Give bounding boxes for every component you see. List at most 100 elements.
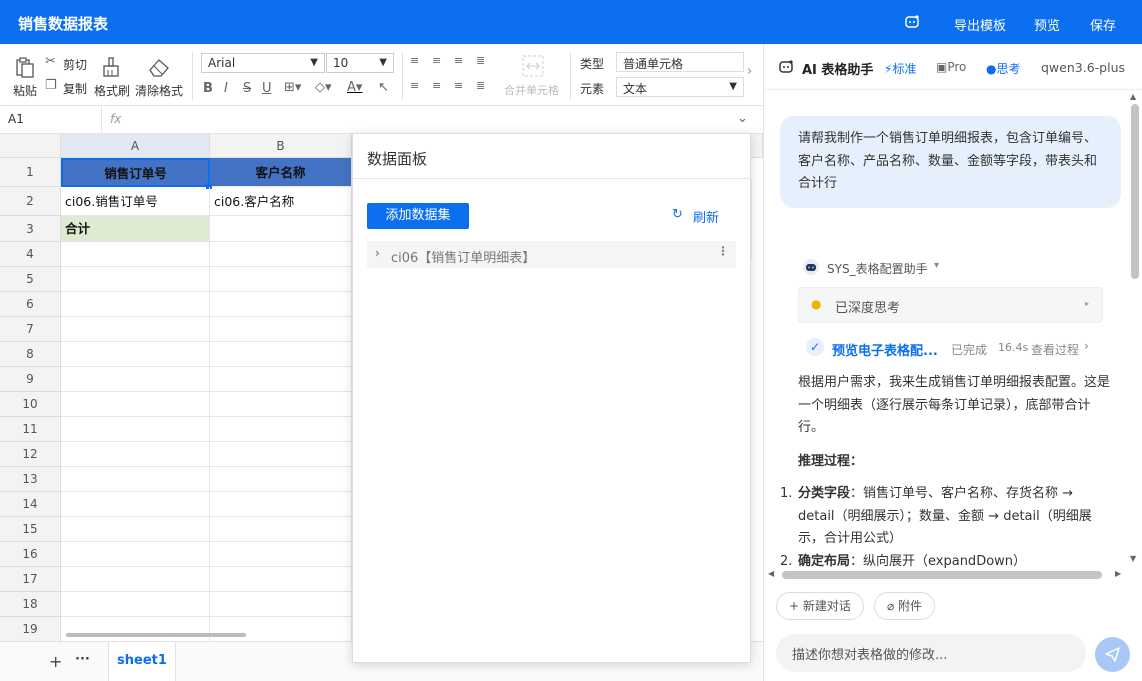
grid-cell[interactable] xyxy=(61,392,210,417)
grid-cell[interactable] xyxy=(210,292,352,317)
grid-cell[interactable] xyxy=(210,617,352,641)
merge-cells-button[interactable]: 合并单元格 xyxy=(504,82,559,98)
refresh-button[interactable]: 刷新 xyxy=(693,207,719,226)
preview-button[interactable]: 预览 xyxy=(1034,15,1060,34)
model-select[interactable]: qwen3.6-plus xyxy=(1041,60,1125,75)
scroll-up-icon[interactable]: ▲ xyxy=(1130,92,1136,101)
grid-cell[interactable] xyxy=(210,442,352,467)
add-sheet-icon[interactable]: + xyxy=(49,652,62,671)
copy-button[interactable]: 复制 xyxy=(63,80,87,97)
horizontal-scrollbar[interactable] xyxy=(66,633,246,637)
row-header[interactable]: 7 xyxy=(0,317,61,342)
align-left-icon[interactable]: ≡ xyxy=(410,79,419,92)
font-family-select[interactable]: Arial ▼ xyxy=(201,53,325,73)
refresh-icon[interactable]: ↻ xyxy=(672,207,683,222)
chevron-down-icon[interactable]: ▾ xyxy=(934,260,939,271)
font-size-select[interactable]: 10 ▼ xyxy=(326,53,394,73)
chat-input[interactable]: 描述你想对表格做的修改... xyxy=(776,634,1086,672)
grid-cell[interactable] xyxy=(61,592,210,617)
grid-cell[interactable] xyxy=(210,567,352,592)
row-header[interactable]: 13 xyxy=(0,467,61,492)
font-color-icon[interactable]: A▾ xyxy=(347,80,362,95)
vertical-scrollbar[interactable] xyxy=(1131,104,1139,279)
grid-cell[interactable] xyxy=(210,542,352,567)
chevron-right-icon[interactable]: › xyxy=(375,246,380,260)
scroll-right-icon[interactable]: ▶ xyxy=(1115,569,1121,578)
strikethrough-icon[interactable]: S xyxy=(243,81,251,96)
task-link[interactable]: 预览电子表格配... xyxy=(832,340,938,359)
chevron-right-icon[interactable]: › xyxy=(1084,339,1089,353)
indent-icon[interactable]: ≣ xyxy=(476,79,485,92)
italic-icon[interactable]: I xyxy=(224,81,228,96)
row-header[interactable]: 8 xyxy=(0,342,61,367)
grid-cell[interactable] xyxy=(210,592,352,617)
cell-reference-box[interactable]: A1 xyxy=(0,106,102,134)
align-center-icon[interactable]: ≡ xyxy=(432,79,441,92)
paste-icon[interactable] xyxy=(14,56,36,81)
border-icon[interactable]: ⊞▾ xyxy=(284,80,301,95)
align-top-icon[interactable]: ≡ xyxy=(410,54,419,67)
grid-cell[interactable] xyxy=(61,517,210,542)
grid-cell[interactable] xyxy=(61,242,210,267)
view-process-button[interactable]: 查看过程 xyxy=(1031,341,1079,358)
element-select[interactable]: 文本 ▼ xyxy=(616,77,744,97)
grid-cell[interactable] xyxy=(61,317,210,342)
clear-format-button[interactable]: 清除格式 xyxy=(135,82,183,99)
scroll-left-icon[interactable]: ◀ xyxy=(768,569,774,578)
row-header[interactable]: 17 xyxy=(0,567,61,592)
grid-cell[interactable] xyxy=(61,467,210,492)
align-right-icon[interactable]: ≡ xyxy=(454,79,463,92)
export-template-button[interactable]: 导出模板 xyxy=(954,15,1006,34)
grid-cell[interactable] xyxy=(61,367,210,392)
row-header[interactable]: 5 xyxy=(0,267,61,292)
row-header[interactable]: 10 xyxy=(0,392,61,417)
align-bottom-icon[interactable]: ≡ xyxy=(454,54,463,67)
cut-icon[interactable]: ✂ xyxy=(45,54,56,69)
row-header[interactable]: 11 xyxy=(0,417,61,442)
cell-b3[interactable] xyxy=(210,216,352,242)
clear-style-icon[interactable]: ↖ xyxy=(378,80,389,95)
grid-cell[interactable] xyxy=(210,417,352,442)
align-middle-icon[interactable]: ≡ xyxy=(432,54,441,67)
mode-standard-tag[interactable]: ⚡标准 xyxy=(884,60,916,77)
grid-cell[interactable] xyxy=(210,267,352,292)
cell-type-select[interactable]: 普通单元格 xyxy=(616,52,744,72)
chevron-right-icon[interactable]: › xyxy=(747,64,752,79)
grid-cell[interactable] xyxy=(61,417,210,442)
new-chat-button[interactable]: + 新建对话 xyxy=(776,592,864,620)
grid-cell[interactable] xyxy=(210,317,352,342)
sheet-tab-sheet1[interactable]: sheet1 xyxy=(108,642,176,681)
grid-cell[interactable] xyxy=(61,492,210,517)
panel-scrollbar[interactable] xyxy=(750,179,752,259)
formula-input[interactable] xyxy=(130,108,730,132)
scroll-down-icon[interactable]: ▼ xyxy=(1130,554,1136,563)
grid-cell[interactable] xyxy=(210,367,352,392)
row-header[interactable]: 3 xyxy=(0,216,61,242)
cell-a2[interactable]: ci06.销售订单号 xyxy=(61,187,210,216)
save-button[interactable]: 保存 xyxy=(1090,15,1116,34)
row-header[interactable]: 18 xyxy=(0,592,61,617)
row-header[interactable]: 4 xyxy=(0,242,61,267)
paste-button[interactable]: 粘贴 xyxy=(13,82,37,99)
row-header[interactable]: 16 xyxy=(0,542,61,567)
horizontal-scrollbar[interactable] xyxy=(782,571,1102,579)
row-header[interactable]: 15 xyxy=(0,517,61,542)
cell-a1[interactable]: 销售订单号 xyxy=(61,158,210,187)
row-header[interactable]: 19 xyxy=(0,617,61,641)
row-header[interactable]: 2 xyxy=(0,187,61,216)
underline-icon[interactable]: U xyxy=(262,81,272,96)
cut-button[interactable]: 剪切 xyxy=(63,56,87,73)
grid-cell[interactable] xyxy=(61,567,210,592)
row-header[interactable]: 1 xyxy=(0,158,61,187)
chevron-down-icon[interactable]: ⌄ xyxy=(737,111,748,126)
grid-cell[interactable] xyxy=(61,542,210,567)
send-button[interactable] xyxy=(1095,637,1130,672)
cell-a3[interactable]: 合计 xyxy=(61,216,210,242)
attach-button[interactable]: ⌀ 附件 xyxy=(874,592,936,620)
grid-cell[interactable] xyxy=(61,292,210,317)
grid-cell[interactable] xyxy=(210,492,352,517)
column-header-a[interactable]: A xyxy=(61,134,210,158)
row-header[interactable]: 6 xyxy=(0,292,61,317)
row-header[interactable]: 9 xyxy=(0,367,61,392)
grid-cell[interactable] xyxy=(210,242,352,267)
